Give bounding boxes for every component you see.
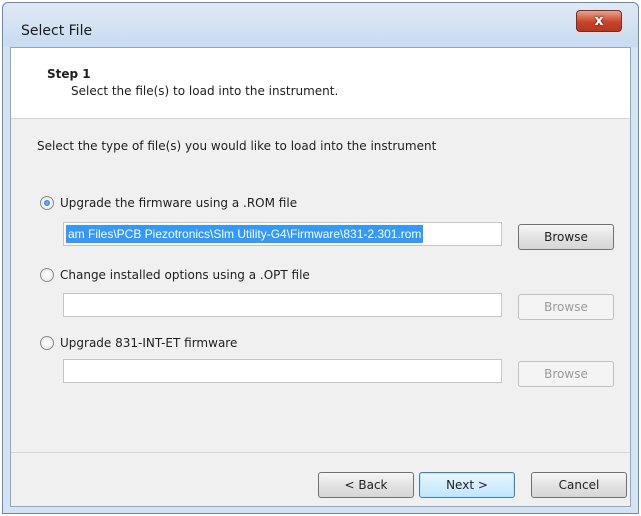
- footer-divider: [11, 452, 630, 453]
- rom-path-input[interactable]: am Files\PCB Piezotronics\Slm Utility-G4…: [63, 222, 502, 246]
- title-bar[interactable]: Select File x: [3, 3, 638, 47]
- back-button[interactable]: < Back: [318, 472, 414, 498]
- next-button[interactable]: Next >: [419, 472, 515, 498]
- option-rom-row[interactable]: Upgrade the firmware using a .ROM file: [40, 196, 297, 210]
- step-header: Step 1 Select the file(s) to load into t…: [11, 48, 630, 119]
- option-int-et-row[interactable]: Upgrade 831-INT-ET firmware: [40, 336, 237, 350]
- radio-int-et[interactable]: [40, 336, 54, 350]
- option-opt-label: Change installed options using a .OPT fi…: [60, 268, 310, 282]
- step-description: Select the file(s) to load into the inst…: [71, 84, 339, 98]
- step-title: Step 1: [47, 67, 91, 81]
- rom-path-text: am Files\PCB Piezotronics\Slm Utility-G4…: [66, 225, 424, 243]
- cancel-button[interactable]: Cancel: [531, 472, 627, 498]
- window-title: Select File: [21, 23, 93, 39]
- option-rom-label: Upgrade the firmware using a .ROM file: [60, 196, 298, 210]
- rom-browse-button[interactable]: Browse: [518, 224, 614, 250]
- select-file-dialog: Select File x Step 1 Select the file(s) …: [2, 2, 639, 514]
- radio-rom[interactable]: [40, 196, 54, 210]
- int-et-path-input[interactable]: [63, 359, 502, 383]
- opt-browse-button[interactable]: Browse: [518, 294, 614, 320]
- option-opt-row[interactable]: Change installed options using a .OPT fi…: [40, 268, 310, 282]
- close-button[interactable]: x: [576, 10, 622, 32]
- radio-opt[interactable]: [40, 268, 54, 282]
- option-int-et-label: Upgrade 831-INT-ET firmware: [60, 336, 238, 350]
- dialog-body: Step 1 Select the file(s) to load into t…: [10, 47, 631, 507]
- int-et-browse-button[interactable]: Browse: [518, 361, 614, 387]
- close-icon: x: [594, 13, 604, 29]
- file-type-prompt: Select the type of file(s) you would lik…: [37, 139, 437, 153]
- opt-path-input[interactable]: [63, 293, 502, 317]
